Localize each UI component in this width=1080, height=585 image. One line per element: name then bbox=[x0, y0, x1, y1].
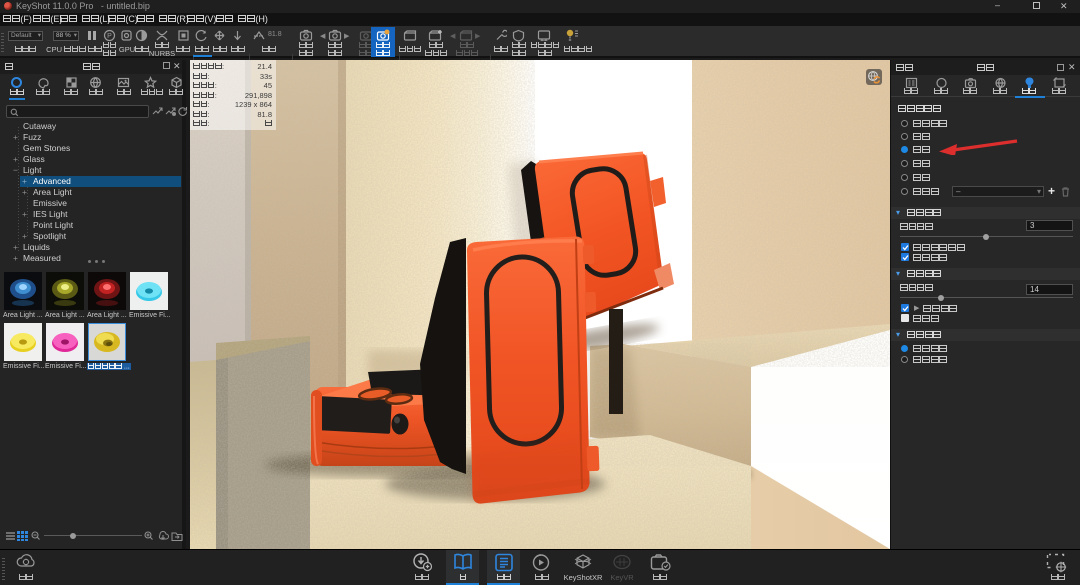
svg-text:P: P bbox=[107, 33, 112, 40]
